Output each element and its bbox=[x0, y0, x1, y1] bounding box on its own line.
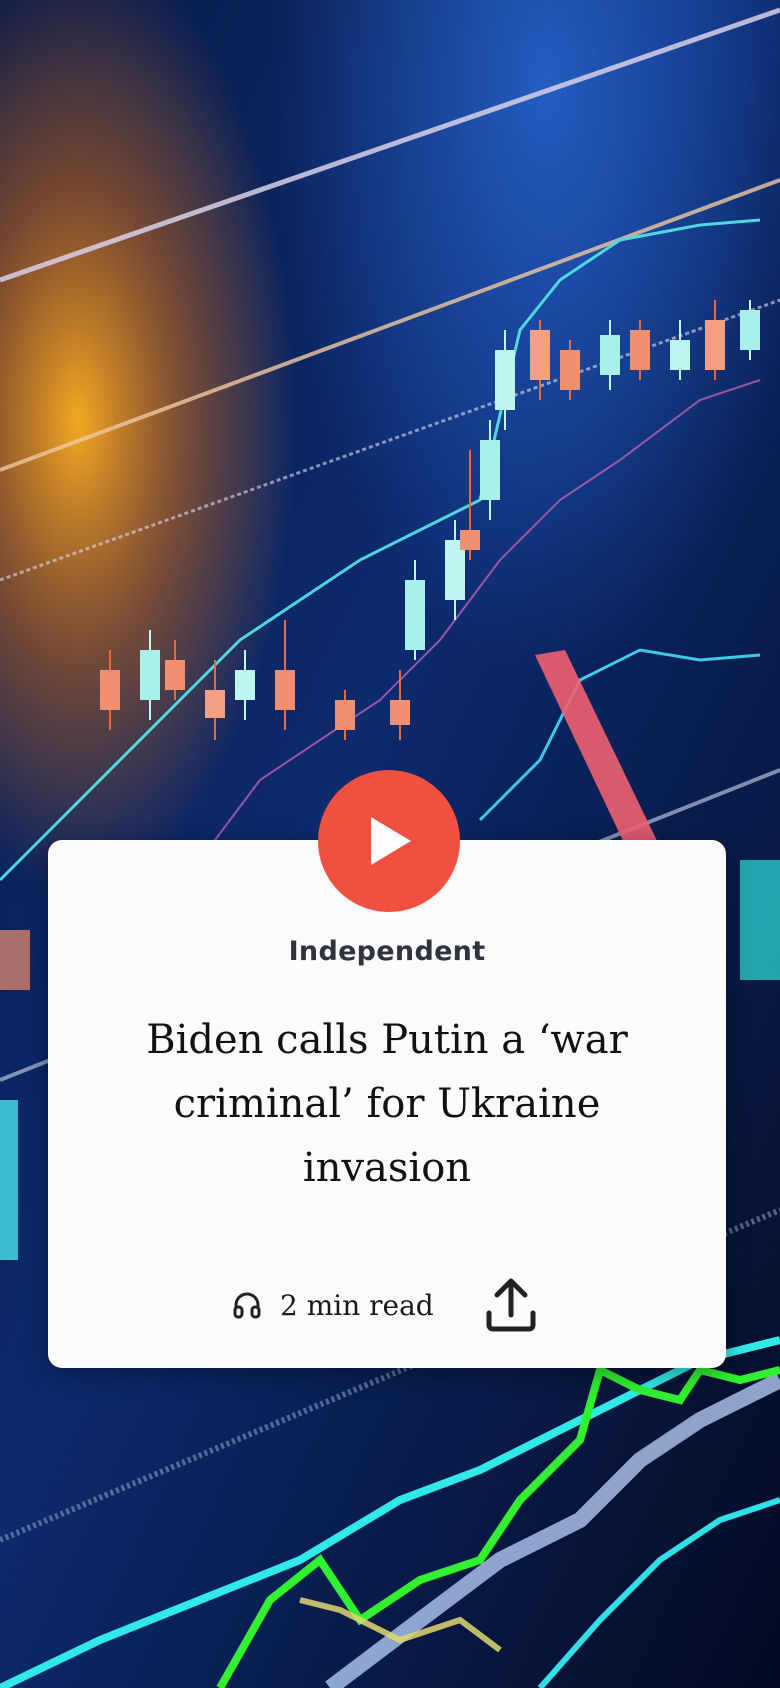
article-card[interactable]: Independent Biden calls Putin a ‘war cri… bbox=[48, 840, 726, 1368]
source-name: Independent bbox=[288, 936, 486, 967]
headphones-icon bbox=[232, 1290, 262, 1320]
read-time: 2 min read bbox=[280, 1288, 434, 1322]
listen-read-time[interactable]: 2 min read bbox=[232, 1274, 434, 1336]
story-screen: Independent Biden calls Putin a ‘war cri… bbox=[0, 0, 780, 1688]
card-footer: 2 min read bbox=[48, 1274, 726, 1336]
play-icon bbox=[371, 817, 411, 865]
share-icon bbox=[486, 1278, 536, 1332]
share-button[interactable] bbox=[482, 1274, 540, 1336]
play-button[interactable] bbox=[318, 770, 460, 912]
headline: Biden calls Putin a ‘war criminal’ for U… bbox=[146, 1017, 628, 1191]
